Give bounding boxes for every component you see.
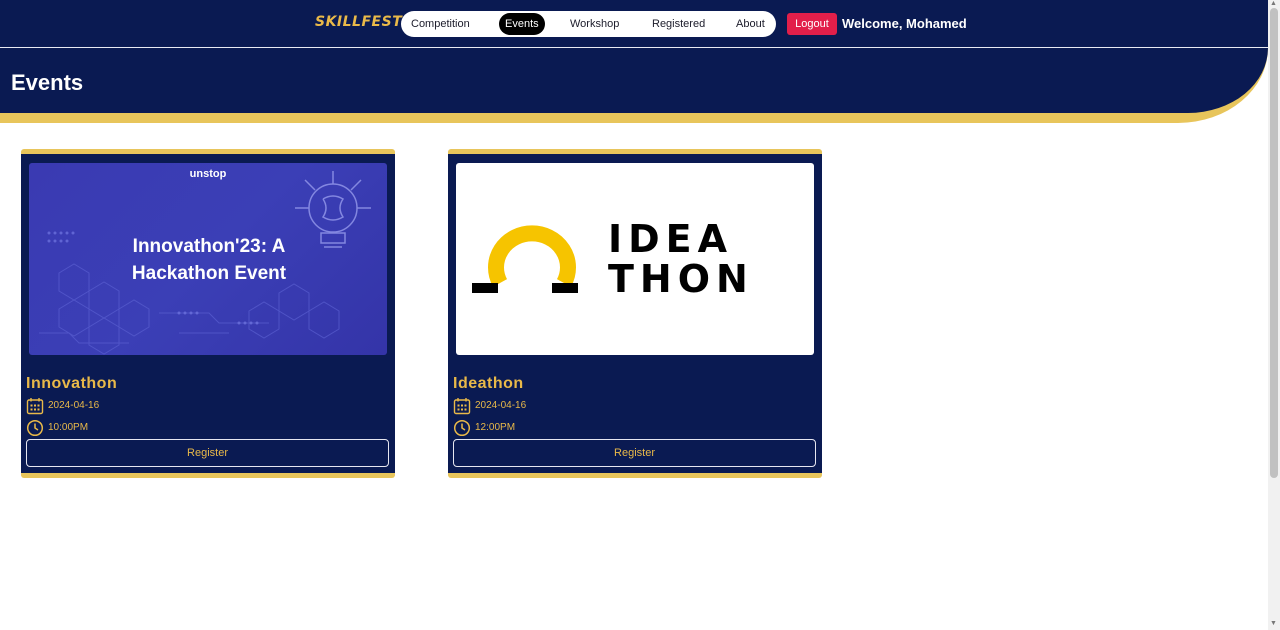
event-title: Innovathon: [26, 375, 118, 392]
register-button[interactable]: Register: [26, 439, 389, 467]
scroll-up-icon[interactable]: ▲: [1270, 0, 1277, 7]
event-title: Ideathon: [453, 375, 524, 392]
ideathon-wordmark: IDEA THON: [608, 219, 754, 299]
event-image-caption-line1: Innovathon'23: A: [132, 236, 286, 257]
nav-events[interactable]: Events: [499, 13, 545, 35]
page: SKILLFEST Competition Events Workshop Re…: [0, 0, 1280, 630]
nav-about[interactable]: About: [730, 13, 771, 35]
page-scrollbar[interactable]: ▲ ▼: [1268, 0, 1280, 630]
event-image-caption-line2: Hackathon Event: [131, 263, 287, 284]
nav-competition[interactable]: Competition: [405, 13, 476, 35]
top-navbar: SKILLFEST Competition Events Workshop Re…: [0, 0, 1268, 48]
logout-button[interactable]: Logout: [787, 13, 837, 35]
nav-pill: Competition Events Workshop Registered A…: [401, 11, 776, 37]
ideathon-wordmark-line1: IDEA: [608, 217, 734, 261]
register-button[interactable]: Register: [453, 439, 816, 467]
event-time: 10:00PM: [48, 422, 89, 433]
event-image-caption: Innovathon'23: A Hackathon Event: [69, 233, 349, 287]
event-image-innovathon: unstop Innovathon'23: A Hackathon Event: [29, 163, 387, 355]
nav-registered[interactable]: Registered: [646, 13, 711, 35]
unstop-brand: unstop: [189, 168, 227, 180]
event-date: 2024-04-16: [475, 400, 527, 411]
calendar-icon: [26, 398, 44, 415]
welcome-text: Welcome, Mohamed: [842, 16, 967, 31]
event-time: 12:00PM: [475, 422, 516, 433]
clock-icon: [453, 419, 471, 437]
calendar-icon: [453, 398, 471, 415]
event-date: 2024-04-16: [48, 400, 100, 411]
clock-icon: [26, 419, 44, 437]
event-image-ideathon: IDEA THON: [456, 163, 814, 355]
scroll-down-icon[interactable]: ▼: [1270, 620, 1277, 627]
scroll-thumb[interactable]: [1270, 8, 1278, 478]
page-banner: [0, 48, 1268, 113]
nav-workshop[interactable]: Workshop: [564, 13, 625, 35]
page-title: Events: [11, 70, 84, 95]
ideathon-wordmark-line2: THON: [608, 257, 754, 301]
event-card-innovathon: unstop Innovathon'23: A Hackathon Event …: [21, 149, 395, 478]
event-card-ideathon: IDEA THON Ideathon 2024-04-16 12:00PM Re…: [448, 149, 822, 478]
skillfest-logo[interactable]: SKILLFEST: [315, 14, 402, 30]
